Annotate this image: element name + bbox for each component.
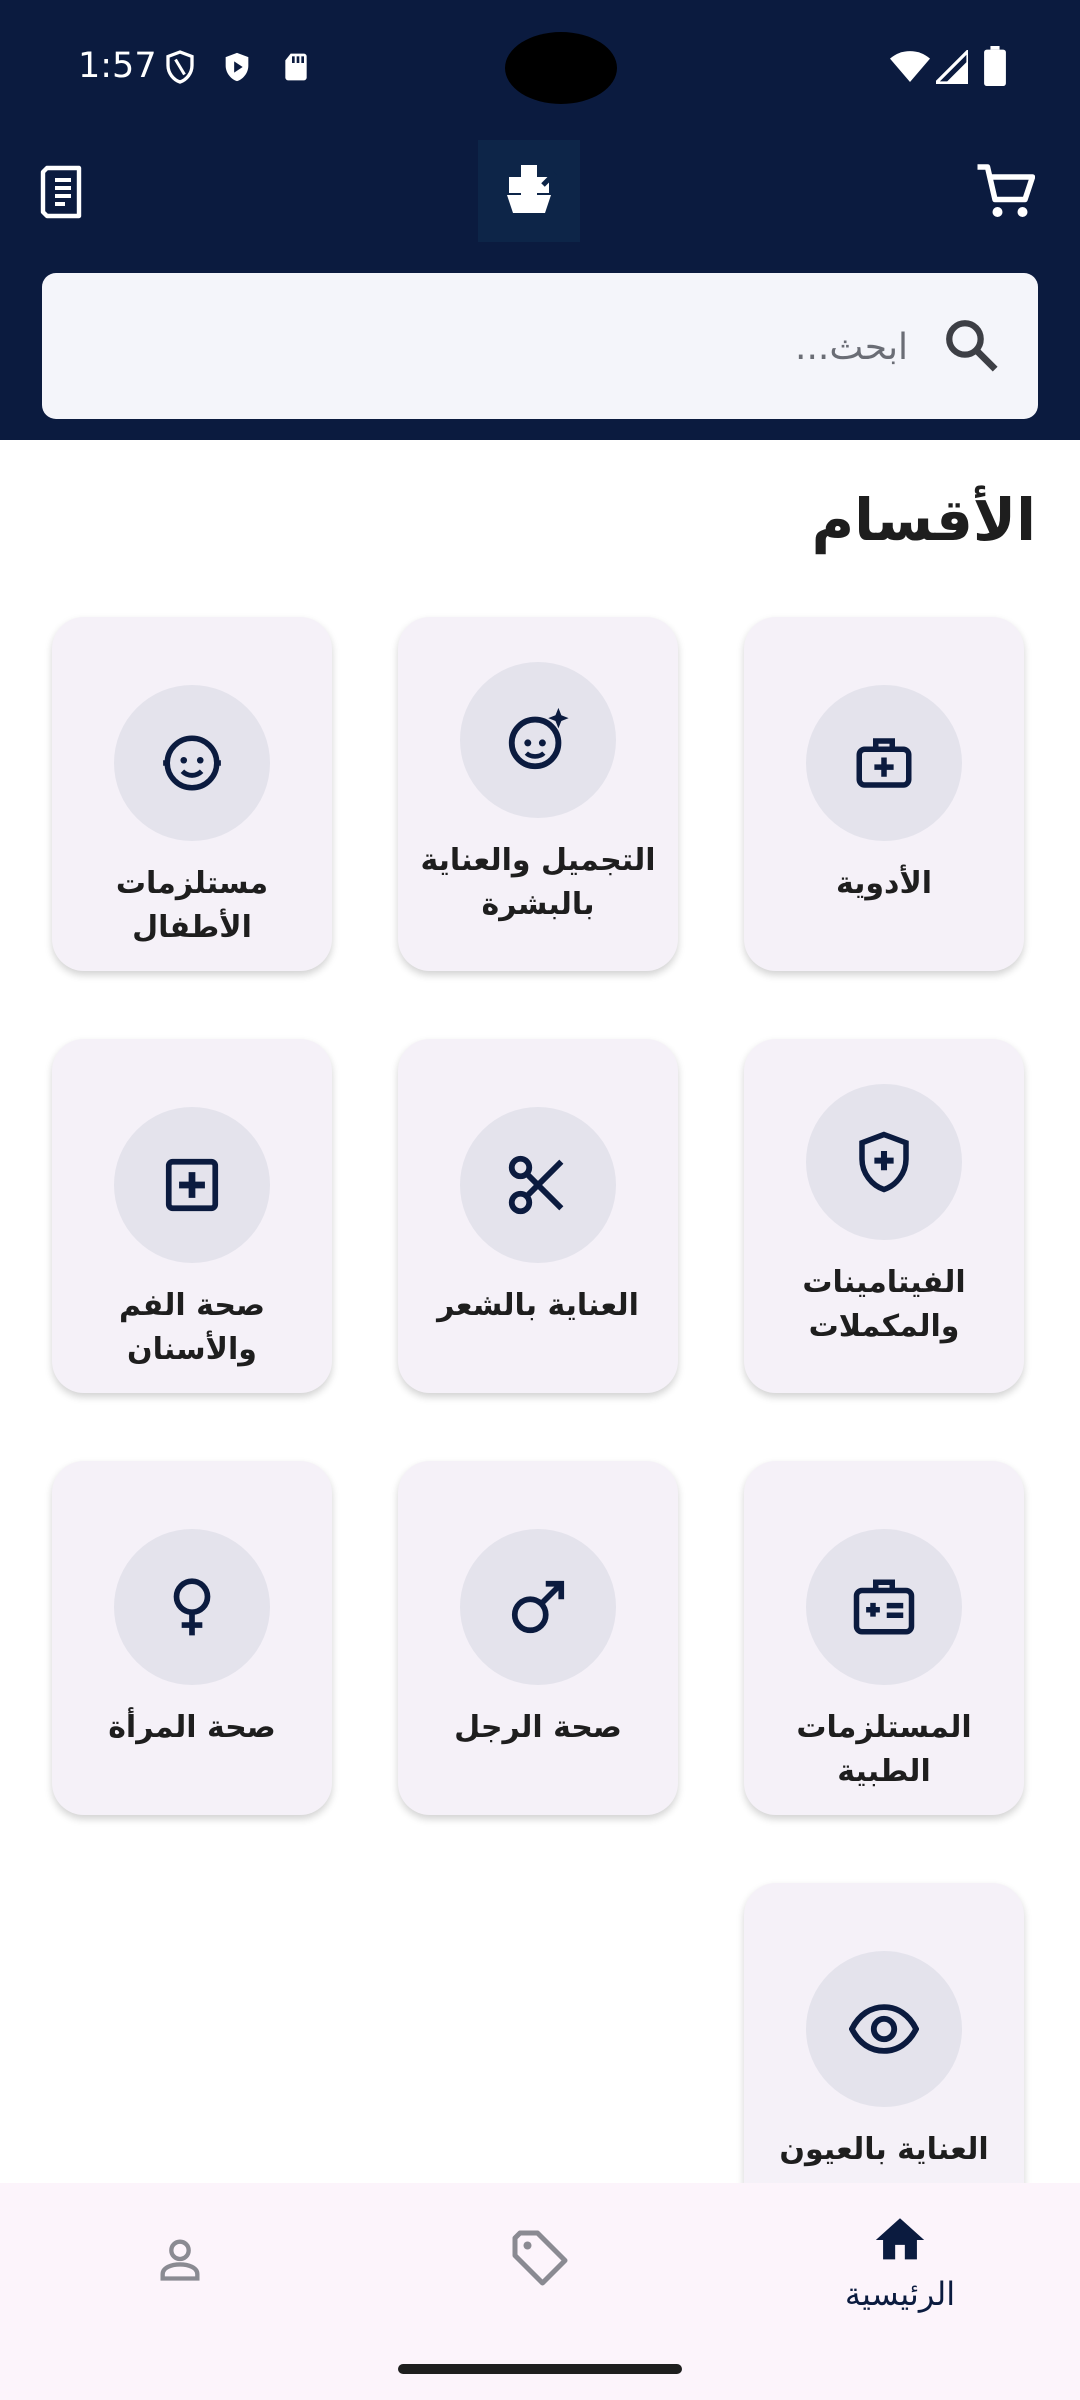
category-icon-circle bbox=[806, 1529, 962, 1685]
nav-profile[interactable] bbox=[0, 2183, 360, 2343]
category-label: صحة المرأة bbox=[108, 1710, 276, 1745]
nav-home[interactable]: الرئيسية bbox=[720, 2183, 1080, 2343]
nav-offers[interactable] bbox=[360, 2183, 720, 2343]
category-icon-circle bbox=[114, 685, 270, 841]
wifi-icon bbox=[890, 51, 930, 82]
sd-card-icon bbox=[285, 53, 307, 81]
category-label: الأدوية bbox=[835, 866, 933, 901]
pharmacy-logo-icon bbox=[507, 165, 557, 213]
category-label: مستلزمات الأطفال bbox=[115, 866, 269, 945]
category-label: العناية بالشعر bbox=[437, 1288, 639, 1323]
categories-title: الأقسام bbox=[811, 486, 1036, 554]
battery-icon bbox=[984, 46, 1006, 86]
cart-icon[interactable] bbox=[975, 164, 1035, 220]
category-womens-health[interactable]: صحة المرأة bbox=[52, 1461, 332, 1815]
play-protect-icon bbox=[225, 52, 249, 82]
camera-cutout bbox=[505, 32, 617, 104]
category-icon-circle bbox=[806, 1951, 962, 2107]
receipt-icon[interactable] bbox=[38, 164, 88, 220]
category-oral-dental[interactable]: صحة الفم والأسنان bbox=[52, 1039, 332, 1393]
person-icon bbox=[160, 2239, 200, 2281]
category-label: المستلزمات الطبية bbox=[796, 1710, 972, 1789]
app-logo bbox=[478, 140, 580, 242]
category-medicines[interactable]: الأدوية bbox=[744, 617, 1024, 971]
scissors-icon bbox=[508, 1155, 564, 1215]
category-label: العناية بالعيون bbox=[779, 2132, 989, 2167]
nav-home-label: الرئيسية bbox=[844, 2275, 956, 2313]
home-icon bbox=[875, 2218, 925, 2260]
app-header: 1:57 bbox=[0, 0, 1080, 440]
category-icon-circle bbox=[806, 685, 962, 841]
shield-plus-icon bbox=[859, 1131, 909, 1193]
category-icon-circle bbox=[460, 1529, 616, 1685]
category-icon-circle bbox=[806, 1084, 962, 1240]
category-icon-circle bbox=[460, 1107, 616, 1263]
tag-icon bbox=[512, 2230, 568, 2286]
category-icon-circle bbox=[114, 1107, 270, 1263]
medical-id-icon bbox=[853, 1579, 915, 1635]
category-label: صحة الرجل bbox=[454, 1710, 622, 1745]
baby-face-icon bbox=[163, 735, 221, 791]
category-vitamins-supplements[interactable]: الفيتامينات والمكملات bbox=[744, 1039, 1024, 1393]
category-label: التجميل والعناية بالبشرة bbox=[420, 843, 656, 922]
category-beauty-skincare[interactable]: التجميل والعناية بالبشرة bbox=[398, 617, 678, 971]
female-symbol-icon bbox=[173, 1578, 211, 1636]
category-label: صحة الفم والأسنان bbox=[119, 1288, 265, 1367]
category-label: الفيتامينات والمكملات bbox=[802, 1265, 966, 1344]
category-mens-health[interactable]: صحة الرجل bbox=[398, 1461, 678, 1815]
category-hair-care[interactable]: العناية بالشعر bbox=[398, 1039, 678, 1393]
search-bar[interactable] bbox=[42, 273, 1038, 419]
male-symbol-icon bbox=[511, 1580, 565, 1634]
status-bar: 1:57 bbox=[0, 0, 1080, 130]
category-icon-circle bbox=[114, 1529, 270, 1685]
home-indicator[interactable] bbox=[398, 2364, 682, 2374]
medical-kit-icon bbox=[856, 738, 912, 788]
search-icon[interactable] bbox=[942, 316, 1000, 374]
category-baby-supplies[interactable]: مستلزمات الأطفال bbox=[52, 617, 332, 971]
category-icon-circle bbox=[460, 662, 616, 818]
plus-box-icon bbox=[165, 1158, 219, 1212]
face-sparkle-icon bbox=[508, 707, 569, 770]
status-time: 1:57 bbox=[78, 46, 157, 86]
search-input[interactable] bbox=[206, 315, 910, 379]
eye-icon bbox=[849, 2004, 919, 2054]
signal-icon bbox=[936, 50, 968, 84]
shield-outline-icon bbox=[166, 50, 194, 84]
category-medical-supplies[interactable]: المستلزمات الطبية bbox=[744, 1461, 1024, 1815]
